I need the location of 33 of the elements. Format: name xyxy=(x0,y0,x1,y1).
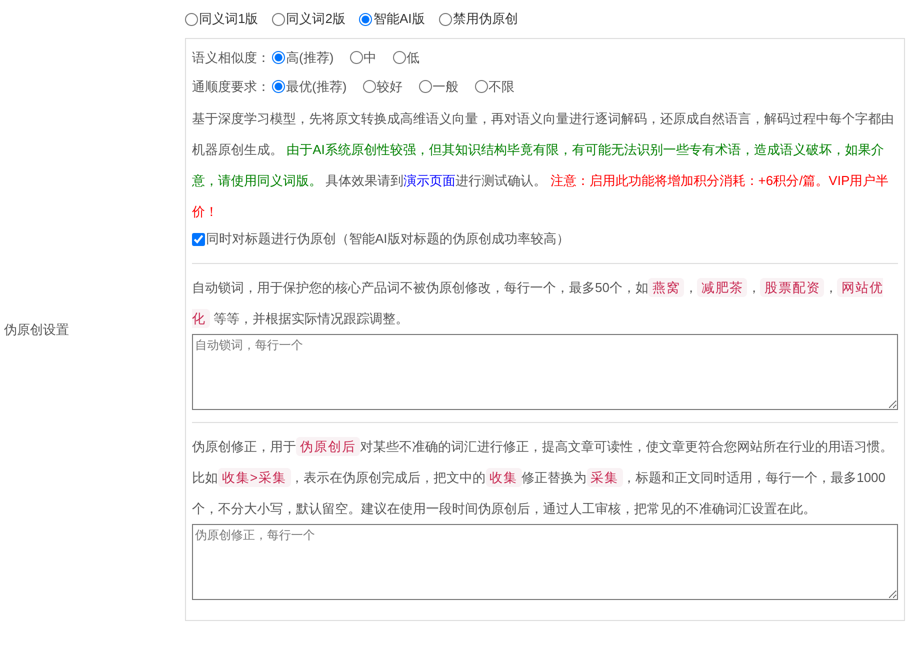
ai-description: 基于深度学习模型，先将原文转换成高维语义向量，再对语义向量进行逐词解码，还原成自然语言，解码过程中每个字都由机器原创生成。 由于AI系统原创性较强，但其知识结构毕竟有限，有可能无法识别一些专有术语，造成语义破坏，如果介意，请使用同义词版。 具体效果请到演示页面进行测试确认。 注意：启用此功能将增加积分消耗：+6积分/篇。VIP用户半价！ xyxy=(192,110,895,221)
corrections-description: 伪原创修正，用于 伪原创后 对某些不准确的词汇进行修正，提高文章可读性，使文章更符合您网站所在行业的用语习惯。比如 收集>采集 ，表示在伪原创完成后，把文中的 收集 修正替换为 采集 ，标题和正文同时适用，每行一个，最多1000个，不分大小写，默认留空。建议在使用一段时间伪原创后，通过人工审核，把常见的不准确词汇设置在此。 xyxy=(192,436,894,518)
radio-button[interactable] xyxy=(272,51,285,64)
radio-button[interactable] xyxy=(362,80,376,93)
checkbox[interactable] xyxy=(192,232,205,246)
title-option[interactable]: 同时对标题进行伪原创（智能AI版对标题的伪原创成功率较高） xyxy=(192,227,570,251)
radio-button[interactable] xyxy=(474,80,488,93)
radio-button[interactable] xyxy=(438,12,452,26)
demo-page-link[interactable]: 演示页面 xyxy=(404,173,456,188)
similarity-label: 语义相似度： xyxy=(192,48,270,66)
radio-button[interactable] xyxy=(350,51,363,64)
similarity-option[interactable]: 高(推荐) xyxy=(272,48,334,66)
radio-button[interactable] xyxy=(359,12,372,26)
mode-option[interactable]: 禁用伪原创 xyxy=(438,10,518,28)
radio-button[interactable] xyxy=(272,80,285,93)
mode-option[interactable]: 同义词2版 xyxy=(272,10,346,28)
similarity-option[interactable]: 中 xyxy=(350,48,377,66)
mode-option[interactable]: 智能AI版 xyxy=(359,10,425,28)
mode-option[interactable]: 同义词1版 xyxy=(185,10,258,28)
fluency-label: 通顺度要求： xyxy=(192,78,270,96)
lock-words-description: 自动锁词，用于保护您的核心产品词不被伪原创修改，每行一个，最多50个，如 燕窝 ， 减肥茶 ， 股票配资 ， 网站优化 等等，并根据实际情况跟踪调整。 xyxy=(192,277,884,330)
radio-button[interactable] xyxy=(185,12,198,26)
lock-words-field[interactable]: 自动锁词，每行一个 xyxy=(192,334,898,410)
radio-button[interactable] xyxy=(272,12,286,26)
similarity-option[interactable]: 低 xyxy=(392,48,420,66)
radio-button[interactable] xyxy=(418,80,432,93)
fluency-option[interactable]: 不限 xyxy=(474,78,515,96)
fluency-option[interactable]: 最优(推荐) xyxy=(272,78,347,96)
section-label: 伪原创设置 xyxy=(4,321,69,339)
radio-button[interactable] xyxy=(392,51,406,64)
corrections-field[interactable]: 伪原创修正，每行一个 xyxy=(192,524,898,600)
fluency-option[interactable]: 较好 xyxy=(362,78,403,96)
fluency-option[interactable]: 一般 xyxy=(418,78,459,96)
